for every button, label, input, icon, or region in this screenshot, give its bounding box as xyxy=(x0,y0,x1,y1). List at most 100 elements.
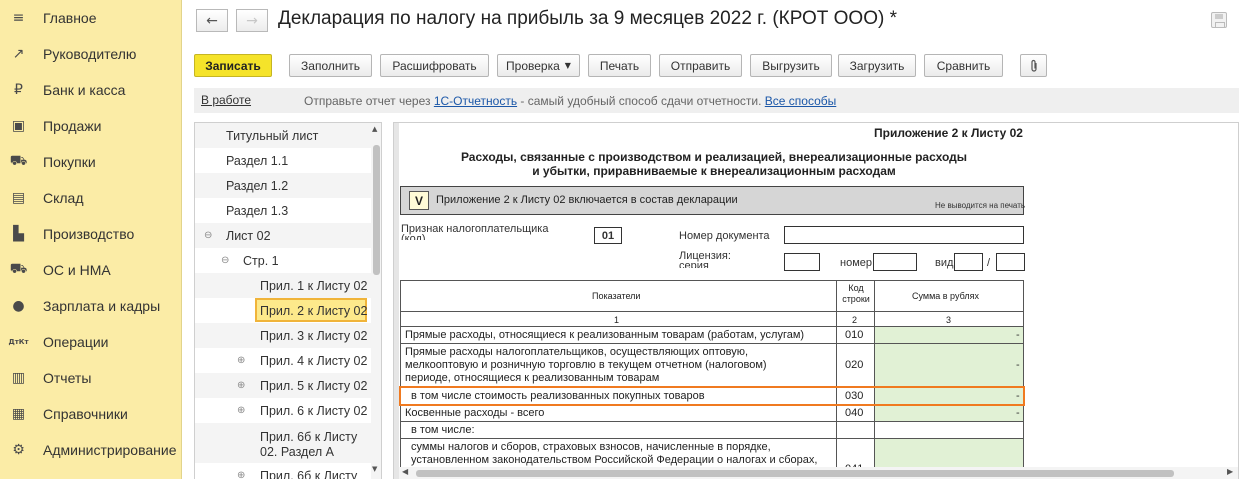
forward-button[interactable]: → xyxy=(236,9,268,32)
sidebar-item-manager[interactable]: ↗ Руководителю xyxy=(0,36,182,72)
sidebar-item-production[interactable]: ▙ Производство xyxy=(0,216,182,252)
scroll-left-icon[interactable]: ◀ xyxy=(402,467,408,476)
form-hscrollbar[interactable]: ◀ ▶ xyxy=(399,467,1238,479)
license-kind-field[interactable] xyxy=(954,253,983,271)
person-icon: ● xyxy=(12,298,25,314)
status-link[interactable]: В работе xyxy=(201,93,251,107)
expand-icon[interactable]: ⊕ xyxy=(237,355,245,366)
sidebar-item-salary[interactable]: ● Зарплата и кадры xyxy=(0,288,182,324)
info-text-before: Отправьте отчет через xyxy=(304,94,434,108)
attach-button[interactable] xyxy=(1020,54,1047,77)
scroll-up-icon[interactable]: ▲ xyxy=(372,125,377,133)
save-button[interactable]: Записать xyxy=(194,54,272,77)
tree-item-appendix-6b[interactable]: ⊕ Прил. 6б к Листу xyxy=(195,463,371,479)
noprint-note: Не выводится на печать xyxy=(935,201,1026,210)
row-040-value: - xyxy=(1016,407,1020,419)
tree-item-appendix-3[interactable]: Прил. 3 к Листу 02 xyxy=(195,323,371,348)
include-checkbox[interactable]: V xyxy=(409,191,429,210)
decode-button[interactable]: Расшифровать xyxy=(380,54,489,77)
send-button[interactable]: Отправить xyxy=(659,54,742,77)
expand-icon[interactable]: ⊕ xyxy=(237,470,245,479)
collapse-icon[interactable]: ⊖ xyxy=(204,230,212,241)
sidebar-item-sales[interactable]: ▣ Продажи xyxy=(0,108,182,144)
tree-item-label: Раздел 1.3 xyxy=(226,204,289,218)
tree-scrollbar[interactable]: ▲ ▼ xyxy=(371,123,381,479)
license-kind-field-2[interactable] xyxy=(996,253,1025,271)
tree-item-section-1-3[interactable]: Раздел 1.3 xyxy=(195,198,371,223)
number-label: номер xyxy=(840,257,872,269)
tree-item-label: Прил. 5 к Листу 02 xyxy=(260,379,368,393)
all-methods-link[interactable]: Все способы xyxy=(765,94,837,108)
row-041-text: суммы налогов и сборов, страховых взносо… xyxy=(411,441,771,453)
sidebar-item-references[interactable]: ▦ Справочники xyxy=(0,396,182,432)
collapse-icon[interactable]: ⊖ xyxy=(221,255,229,266)
bag-icon: ▣ xyxy=(11,118,26,134)
tree-item-appendix-1[interactable]: Прил. 1 к Листу 02 xyxy=(195,273,371,298)
sidebar-item-purchases[interactable]: ⛟ Покупки xyxy=(0,144,182,180)
value-cell-040[interactable] xyxy=(875,405,1023,422)
sidebar-item-admin[interactable]: ⚙ Администрирование xyxy=(0,432,182,468)
tree-item-title-page[interactable]: Титульный лист xyxy=(195,123,371,148)
row-020-text-2: мелкооптовую и розничную торговлю в теку… xyxy=(405,359,767,371)
row-010-value: - xyxy=(1016,329,1020,341)
print-button[interactable]: Печать xyxy=(588,54,651,77)
compare-button[interactable]: Сравнить xyxy=(924,54,1003,77)
tree-item-label: Прил. 2 к Листу 02 xyxy=(260,304,368,318)
cart-icon: ⛟ xyxy=(9,153,28,169)
declaration-form: Приложение 2 к Листу 02 Расходы, связанн… xyxy=(393,122,1239,479)
scroll-right-icon[interactable]: ▶ xyxy=(1227,467,1233,476)
sidebar-item-operations[interactable]: ДтКт Операции xyxy=(0,324,182,360)
value-cell-010[interactable] xyxy=(875,327,1023,344)
sidebar-item-warehouse[interactable]: ▤ Склад xyxy=(0,180,182,216)
back-button[interactable]: ← xyxy=(196,9,228,32)
books-icon: ▦ xyxy=(11,406,26,422)
tree-item-appendix-5[interactable]: ⊕ Прил. 5 к Листу 02 xyxy=(195,373,371,398)
sidebar-item-label: Продажи xyxy=(43,118,102,134)
tree-item-section-1-2[interactable]: Раздел 1.2 xyxy=(195,173,371,198)
table-line xyxy=(836,280,837,470)
tree-item-section-1-1[interactable]: Раздел 1.1 xyxy=(195,148,371,173)
form-left-edge xyxy=(394,123,399,479)
scroll-down-icon[interactable]: ▼ xyxy=(372,465,377,473)
floppy-icon[interactable] xyxy=(1211,12,1227,28)
license-series-field[interactable] xyxy=(784,253,820,271)
scroll-thumb[interactable] xyxy=(373,145,380,275)
tree-item-label: Прил. 4 к Листу 02 xyxy=(260,354,368,368)
tree-item-appendix-2[interactable]: Прил. 2 к Листу 02 xyxy=(195,298,371,323)
warehouse-icon: ▤ xyxy=(11,190,26,206)
doc-number-field[interactable] xyxy=(784,226,1024,244)
sidebar-item-bank[interactable]: ₽ Банк и касса xyxy=(0,72,182,108)
tree-item-appendix-4[interactable]: ⊕ Прил. 4 к Листу 02 xyxy=(195,348,371,373)
sidebar-item-label: Отчеты xyxy=(43,370,92,386)
taxpayer-sign-label-2: (код) xyxy=(401,234,426,240)
row-020-text: Прямые расходы налогоплательщиков, осуще… xyxy=(405,346,749,358)
check-button[interactable]: Проверка ▼ xyxy=(497,54,580,77)
tree-item-appendix-6b-a[interactable]: Прил. 6б к Листу 02. Раздел А xyxy=(195,423,371,463)
value-cell-041[interactable] xyxy=(875,439,1023,469)
sidebar-item-fixed-assets[interactable]: ⛟ ОС и НМА xyxy=(0,252,182,288)
sidebar-item-reports[interactable]: ▥ Отчеты xyxy=(0,360,182,396)
value-cell-020[interactable] xyxy=(875,344,1023,388)
sidebar-item-label: Зарплата и кадры xyxy=(43,298,161,314)
row-040-code: 040 xyxy=(845,407,864,419)
kind-label: вид xyxy=(935,257,954,269)
otchetnost-link[interactable]: 1С-Отчетность xyxy=(434,94,517,108)
fill-button[interactable]: Заполнить xyxy=(289,54,372,77)
export-button[interactable]: Выгрузить xyxy=(750,54,832,77)
expand-icon[interactable]: ⊕ xyxy=(237,380,245,391)
taxpayer-sign-field[interactable]: 01 xyxy=(594,227,622,244)
row-020-value: - xyxy=(1016,359,1020,371)
import-button[interactable]: Загрузить xyxy=(838,54,916,77)
tree-item-page-1[interactable]: ⊖ Стр. 1 xyxy=(195,248,371,273)
table-line xyxy=(400,438,1024,439)
expand-icon[interactable]: ⊕ xyxy=(237,405,245,416)
table-line xyxy=(400,280,1024,281)
highlighted-row-030 xyxy=(399,386,1025,406)
sidebar-item-main[interactable]: ≡ Главное xyxy=(0,0,182,36)
scroll-thumb[interactable] xyxy=(416,470,1174,477)
tree-item-appendix-6[interactable]: ⊕ Прил. 6 к Листу 02 xyxy=(195,398,371,423)
tree-item-sheet-02[interactable]: ⊖ Лист 02 xyxy=(195,223,371,248)
license-number-field[interactable] xyxy=(873,253,917,271)
table-line xyxy=(400,280,401,470)
tree-item-label: Прил. 3 к Листу 02 xyxy=(260,329,368,343)
